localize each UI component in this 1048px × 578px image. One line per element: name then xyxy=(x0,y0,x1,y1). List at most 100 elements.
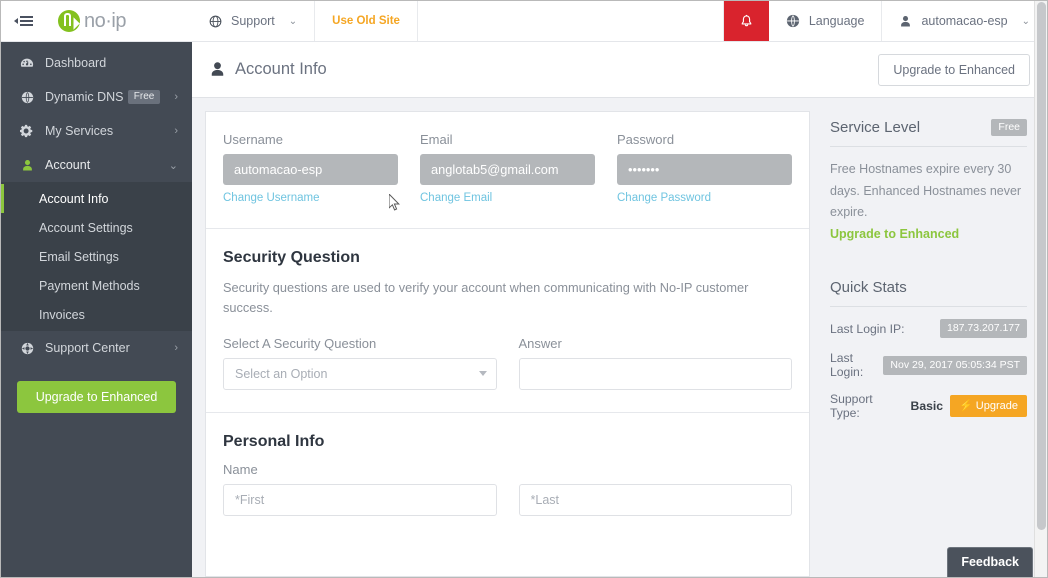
sidebar-item-email-settings[interactable]: Email Settings xyxy=(1,242,192,271)
sidebar-upgrade-button[interactable]: Upgrade to Enhanced xyxy=(17,381,176,413)
security-answer-input[interactable] xyxy=(518,357,792,390)
user-icon xyxy=(899,15,912,28)
content-area: Username Change Username Email Change Em… xyxy=(192,98,1047,577)
topbar-language[interactable]: Language xyxy=(769,1,883,41)
sidebar-item-dashboard[interactable]: Dashboard xyxy=(1,46,192,80)
sidebar-item-my-services[interactable]: My Services › xyxy=(1,114,192,148)
sidebar-item-label: My Services xyxy=(45,124,114,138)
sidebar-item-dynamic-dns[interactable]: Dynamic DNS Free › xyxy=(1,80,192,114)
stat-label: Support Type: xyxy=(830,392,873,420)
header-upgrade-button[interactable]: Upgrade to Enhanced xyxy=(878,53,1030,86)
email-input[interactable] xyxy=(420,154,595,185)
username-input[interactable] xyxy=(223,154,398,185)
user-icon xyxy=(17,159,37,172)
sidebar-logo-bar: no·ip xyxy=(1,1,192,42)
name-label: Name xyxy=(223,461,258,477)
service-level-title: Service Level xyxy=(830,119,921,136)
service-level-upgrade-link[interactable]: Upgrade to Enhanced xyxy=(830,227,959,241)
service-level-body: Free Hostnames expire every 30 days. Enh… xyxy=(822,159,1035,245)
password-field-group: Password Change Password xyxy=(617,132,792,206)
support-globe-icon xyxy=(17,342,37,355)
chevron-right-icon: › xyxy=(174,342,178,354)
change-username-link[interactable]: Change Username xyxy=(223,192,320,204)
user-icon xyxy=(209,61,226,78)
globe-icon xyxy=(786,14,800,28)
right-sidebar: Service Level Free Free Hostnames expire… xyxy=(822,111,1035,577)
security-question-select-group: Select A Security Question Select an Opt… xyxy=(223,336,497,390)
application-window: no·ip Dashboard Dynamic DNS Free › My Se… xyxy=(0,0,1048,578)
topbar-user-menu[interactable]: automacao-esp ⌄ xyxy=(882,1,1047,41)
sidebar-item-invoices[interactable]: Invoices xyxy=(1,300,192,329)
stat-last-login: Last Login: Nov 29, 2017 05:05:34 PST xyxy=(822,351,1035,379)
scrollbar-thumb[interactable] xyxy=(1037,2,1046,530)
change-email-link[interactable]: Change Email xyxy=(420,192,492,204)
sidebar-item-label: Dynamic DNS xyxy=(45,90,124,104)
sidebar-item-label: Support Center xyxy=(45,341,130,355)
password-input[interactable] xyxy=(617,154,792,185)
password-label: Password xyxy=(617,132,675,147)
chevron-right-icon: › xyxy=(174,91,178,103)
stat-value: 187.73.207.177 xyxy=(940,319,1027,338)
stat-last-login-ip: Last Login IP: 187.73.207.177 xyxy=(822,319,1035,338)
security-question-select-label: Select A Security Question xyxy=(223,335,377,351)
noip-logo[interactable]: no·ip xyxy=(58,10,126,33)
top-bar: Support ⌄ Use Old Site Language automaca… xyxy=(192,1,1047,42)
topbar-use-old-site[interactable]: Use Old Site xyxy=(315,1,418,41)
name-row xyxy=(223,483,792,516)
email-field-group: Email Change Email xyxy=(420,132,595,206)
first-name-group xyxy=(223,483,497,516)
page-scrollbar[interactable] xyxy=(1034,1,1047,577)
sidebar-item-payment-methods[interactable]: Payment Methods xyxy=(1,271,192,300)
collapse-menu-icon[interactable] xyxy=(1,1,46,41)
sidebar: no·ip Dashboard Dynamic DNS Free › My Se… xyxy=(1,1,192,577)
sidebar-subitem-label: Account Settings xyxy=(39,220,133,235)
divider xyxy=(830,146,1027,147)
last-name-input[interactable] xyxy=(518,483,792,516)
quick-stats-title: Quick Stats xyxy=(830,279,907,296)
sidebar-item-account[interactable]: Account ⌄ xyxy=(1,148,192,182)
page-header: Account Info Upgrade to Enhanced xyxy=(192,42,1047,98)
credentials-row: Username Change Username Email Change Em… xyxy=(223,132,792,206)
sidebar-item-label: Account xyxy=(45,158,91,172)
change-password-link[interactable]: Change Password xyxy=(617,192,711,204)
sidebar-upgrade-wrap: Upgrade to Enhanced xyxy=(1,365,192,413)
sidebar-item-support-center[interactable]: Support Center › xyxy=(1,331,192,365)
topbar-support[interactable]: Support ⌄ xyxy=(192,1,316,41)
username-field-group: Username Change Username xyxy=(223,132,398,206)
dashboard-icon xyxy=(17,56,37,70)
service-level-header: Service Level Free xyxy=(822,111,1035,146)
stat-support-type: Support Type: Basic ⚡ Upgrade xyxy=(822,392,1035,420)
first-name-input[interactable] xyxy=(223,483,497,516)
security-question-select[interactable]: Select an Option xyxy=(223,357,497,390)
sidebar-item-account-info[interactable]: Account Info xyxy=(1,184,192,213)
stat-label: Last Login: xyxy=(830,351,864,379)
email-label: Email xyxy=(420,132,453,147)
sidebar-item-label: Dashboard xyxy=(45,56,107,70)
sidebar-nav: Dashboard Dynamic DNS Free › My Services… xyxy=(1,42,192,413)
quick-stats-card: Quick Stats Last Login IP: 187.73.207.17… xyxy=(822,271,1035,437)
gear-icon xyxy=(17,124,37,138)
support-upgrade-button[interactable]: ⚡ Upgrade xyxy=(950,395,1027,417)
chevron-down-icon: ⌄ xyxy=(1021,15,1030,27)
chevron-right-icon: › xyxy=(174,125,178,137)
service-level-badge: Free xyxy=(991,119,1027,136)
topbar-support-label: Support xyxy=(231,14,275,28)
noip-logo-mark-icon xyxy=(58,10,80,32)
hamburger-glyph xyxy=(14,16,33,26)
globe-icon xyxy=(17,91,37,104)
security-answer-group: Answer xyxy=(518,336,792,390)
security-question-row: Select A Security Question Select an Opt… xyxy=(223,336,792,390)
feedback-button[interactable]: Feedback xyxy=(947,547,1033,577)
account-panel: Username Change Username Email Change Em… xyxy=(205,111,810,577)
sidebar-subitem-label: Invoices xyxy=(39,307,85,322)
notification-bell-icon[interactable] xyxy=(723,1,769,41)
divider xyxy=(830,306,1027,307)
sidebar-subitem-label: Payment Methods xyxy=(39,278,140,293)
security-question-description: Security questions are used to verify yo… xyxy=(223,280,749,315)
sidebar-item-account-settings[interactable]: Account Settings xyxy=(1,213,192,242)
personal-info-title: Personal Info xyxy=(223,432,325,450)
globe-icon xyxy=(209,15,222,28)
stat-label: Last Login IP: xyxy=(830,321,905,336)
topbar-spacer xyxy=(418,1,724,41)
security-question-select-box: Select an Option xyxy=(223,357,497,390)
